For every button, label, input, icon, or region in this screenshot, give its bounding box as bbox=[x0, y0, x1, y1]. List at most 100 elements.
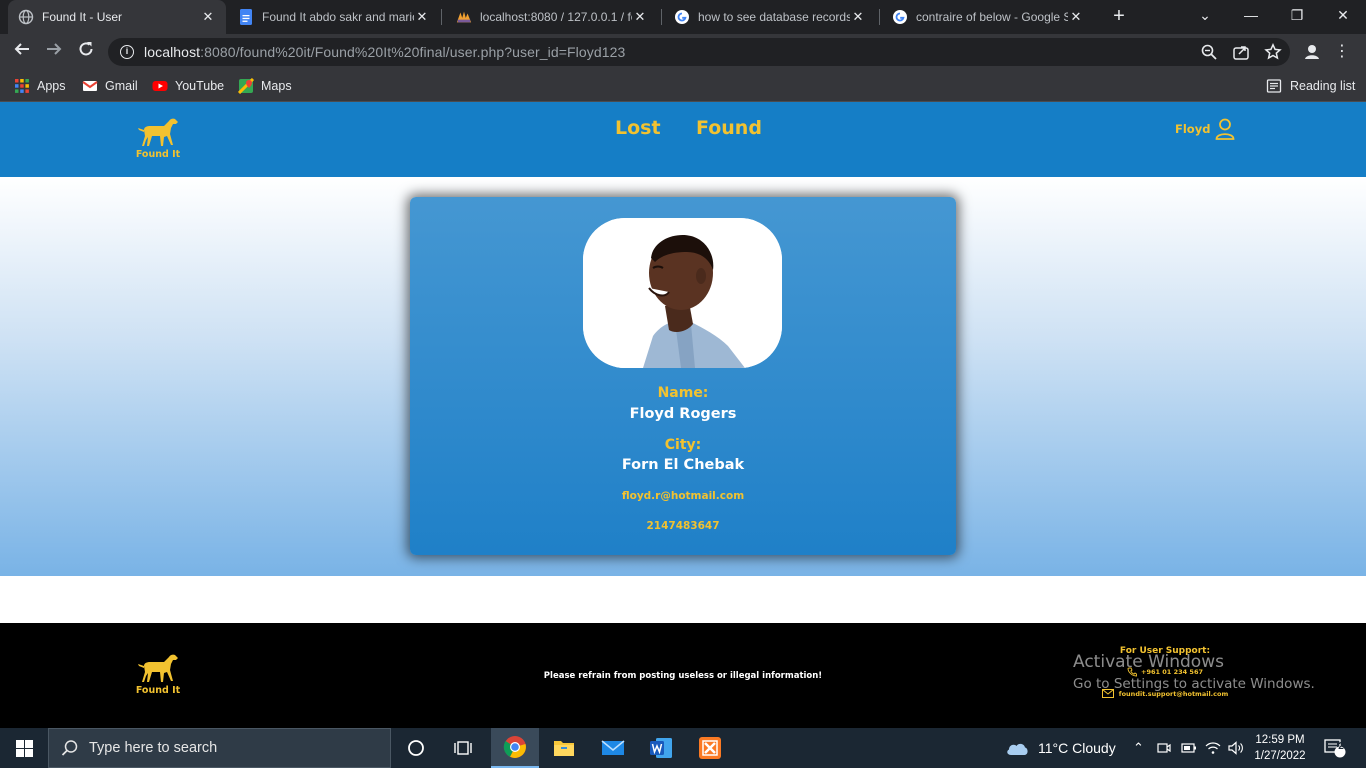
tab-google-docs[interactable]: Found It abdo sakr and mario ✕ bbox=[228, 0, 440, 34]
task-view-button[interactable] bbox=[440, 728, 488, 768]
site-logo[interactable]: Found It bbox=[128, 116, 188, 166]
logo-text: Found It bbox=[135, 685, 181, 696]
meet-now-icon[interactable] bbox=[1157, 728, 1171, 768]
site-header bbox=[0, 102, 1366, 177]
start-button[interactable] bbox=[0, 728, 48, 768]
back-button[interactable] bbox=[10, 40, 34, 64]
profile-name: Floyd Rogers bbox=[629, 406, 737, 422]
wifi-icon[interactable] bbox=[1205, 728, 1221, 768]
close-tab-icon[interactable]: ✕ bbox=[200, 9, 216, 25]
close-tab-icon[interactable]: ✕ bbox=[850, 9, 866, 25]
profile-avatar-button[interactable] bbox=[1300, 40, 1324, 64]
bookmark-gmail[interactable]: Gmail bbox=[82, 76, 138, 96]
watermark-title: Activate Windows bbox=[1073, 652, 1224, 672]
taskbar-xampp[interactable] bbox=[686, 728, 734, 768]
browser-tab-strip: Found It - User ✕ Found It abdo sakr and… bbox=[0, 0, 1366, 34]
site-info-icon[interactable]: i bbox=[120, 45, 134, 59]
clock-time: 12:59 PM bbox=[1255, 734, 1305, 746]
bookmark-youtube[interactable]: YouTube bbox=[152, 76, 224, 96]
reading-list-button[interactable]: Reading list bbox=[1266, 76, 1355, 96]
user-menu[interactable]: Floyd bbox=[1175, 118, 1235, 140]
chrome-menu-button[interactable]: ⋮ bbox=[1334, 40, 1350, 64]
windows-taskbar: Type here to search 11°C Cloudy ⌃ 12:59 … bbox=[0, 728, 1366, 768]
close-tab-icon[interactable]: ✕ bbox=[632, 9, 648, 25]
chrome-icon bbox=[503, 736, 526, 758]
word-icon bbox=[650, 738, 672, 758]
user-name: Floyd bbox=[1175, 122, 1211, 136]
nav-found-link[interactable]: Found bbox=[696, 117, 762, 139]
user-outline-icon bbox=[1216, 118, 1235, 140]
dog-logo-icon bbox=[138, 118, 178, 146]
name-label: Name: bbox=[657, 385, 709, 401]
taskbar-clock[interactable]: 12:59 PM 1/27/2022 bbox=[1248, 732, 1312, 764]
phpmyadmin-icon bbox=[456, 9, 472, 25]
tab-separator bbox=[441, 9, 442, 25]
cortana-icon bbox=[408, 740, 424, 756]
google-icon bbox=[674, 9, 690, 25]
taskbar-mail[interactable] bbox=[589, 728, 637, 768]
forward-button[interactable] bbox=[42, 40, 66, 64]
tab-separator bbox=[879, 9, 880, 25]
new-tab-button[interactable]: + bbox=[1108, 5, 1130, 27]
bookmark-apps[interactable]: Apps bbox=[14, 76, 66, 96]
close-window-button[interactable]: ✕ bbox=[1320, 0, 1366, 32]
tab-google-search-database[interactable]: how to see database records ✕ bbox=[664, 0, 876, 34]
tab-title: Found It - User bbox=[42, 10, 123, 24]
reload-icon bbox=[79, 42, 93, 56]
bookmarks-bar: Apps Gmail YouTube Maps Reading list bbox=[0, 70, 1366, 102]
profile-email: floyd.r@hotmail.com bbox=[621, 490, 745, 502]
windows-logo-icon bbox=[15, 739, 33, 757]
weather-text: 11°C Cloudy bbox=[1038, 740, 1116, 756]
close-tab-icon[interactable]: ✕ bbox=[414, 9, 430, 25]
notification-count: 2 bbox=[1338, 741, 1344, 752]
bookmark-maps[interactable]: Maps bbox=[238, 76, 292, 96]
profile-city: Forn El Chebak bbox=[621, 457, 745, 473]
bookmark-star-icon[interactable] bbox=[1264, 42, 1282, 61]
tab-title: localhost:8080 / 127.0.0.1 / fo bbox=[480, 10, 632, 24]
logo-text: Found It bbox=[135, 149, 181, 160]
tab-separator bbox=[661, 9, 662, 25]
taskbar-chrome[interactable] bbox=[491, 728, 539, 768]
close-tab-icon[interactable]: ✕ bbox=[1068, 9, 1084, 25]
browser-toolbar: i localhost:8080/found%20it/Found%20It%2… bbox=[0, 34, 1366, 70]
minimize-button[interactable]: — bbox=[1228, 0, 1274, 32]
weather-widget[interactable]: 11°C Cloudy bbox=[1005, 728, 1116, 768]
taskbar-word[interactable] bbox=[637, 728, 685, 768]
cortana-button[interactable] bbox=[392, 728, 440, 768]
reading-list-icon bbox=[1266, 79, 1282, 93]
reload-button[interactable] bbox=[74, 40, 98, 64]
google-icon bbox=[892, 9, 908, 25]
bookmark-label: Maps bbox=[261, 79, 292, 93]
person-photo-illustration bbox=[583, 218, 782, 368]
nav-lost-link[interactable]: Lost bbox=[615, 117, 661, 139]
task-view-icon bbox=[454, 741, 472, 755]
youtube-icon bbox=[152, 81, 168, 91]
notification-center-button[interactable]: 2 bbox=[1324, 728, 1346, 768]
tab-phpmyadmin[interactable]: localhost:8080 / 127.0.0.1 / fo ✕ bbox=[446, 0, 658, 34]
tab-search-chevron-icon[interactable]: ⌄ bbox=[1182, 0, 1228, 32]
city-label: City: bbox=[664, 437, 702, 453]
xampp-icon bbox=[699, 737, 721, 759]
google-docs-icon bbox=[238, 9, 254, 25]
taskbar-file-explorer[interactable] bbox=[540, 728, 588, 768]
bookmark-label: Gmail bbox=[105, 79, 138, 93]
activate-windows-watermark: Activate Windows Go to Settings to activ… bbox=[1073, 652, 1315, 692]
tab-found-it-user[interactable]: Found It - User ✕ bbox=[8, 0, 226, 34]
show-hidden-icons-button[interactable]: ⌃ bbox=[1133, 728, 1144, 768]
forward-arrow-icon bbox=[47, 43, 62, 55]
volume-icon[interactable] bbox=[1228, 728, 1244, 768]
reading-list-label: Reading list bbox=[1290, 79, 1356, 93]
bookmark-label: YouTube bbox=[175, 79, 225, 93]
profile-phone: 2147483647 bbox=[646, 520, 720, 532]
bookmark-label: Apps bbox=[37, 79, 66, 93]
maps-icon bbox=[238, 78, 254, 94]
folder-icon bbox=[554, 741, 574, 756]
share-icon[interactable] bbox=[1232, 43, 1250, 61]
search-placeholder: Type here to search bbox=[89, 740, 218, 756]
restore-button[interactable]: ❐ bbox=[1274, 0, 1320, 32]
battery-icon[interactable] bbox=[1181, 728, 1197, 768]
zoom-icon[interactable] bbox=[1200, 43, 1218, 61]
address-bar[interactable]: i localhost:8080/found%20it/Found%20It%2… bbox=[108, 38, 1290, 66]
taskbar-search-box[interactable]: Type here to search bbox=[48, 728, 391, 768]
tab-google-search-contraire[interactable]: contraire of below - Google S ✕ bbox=[882, 0, 1094, 34]
